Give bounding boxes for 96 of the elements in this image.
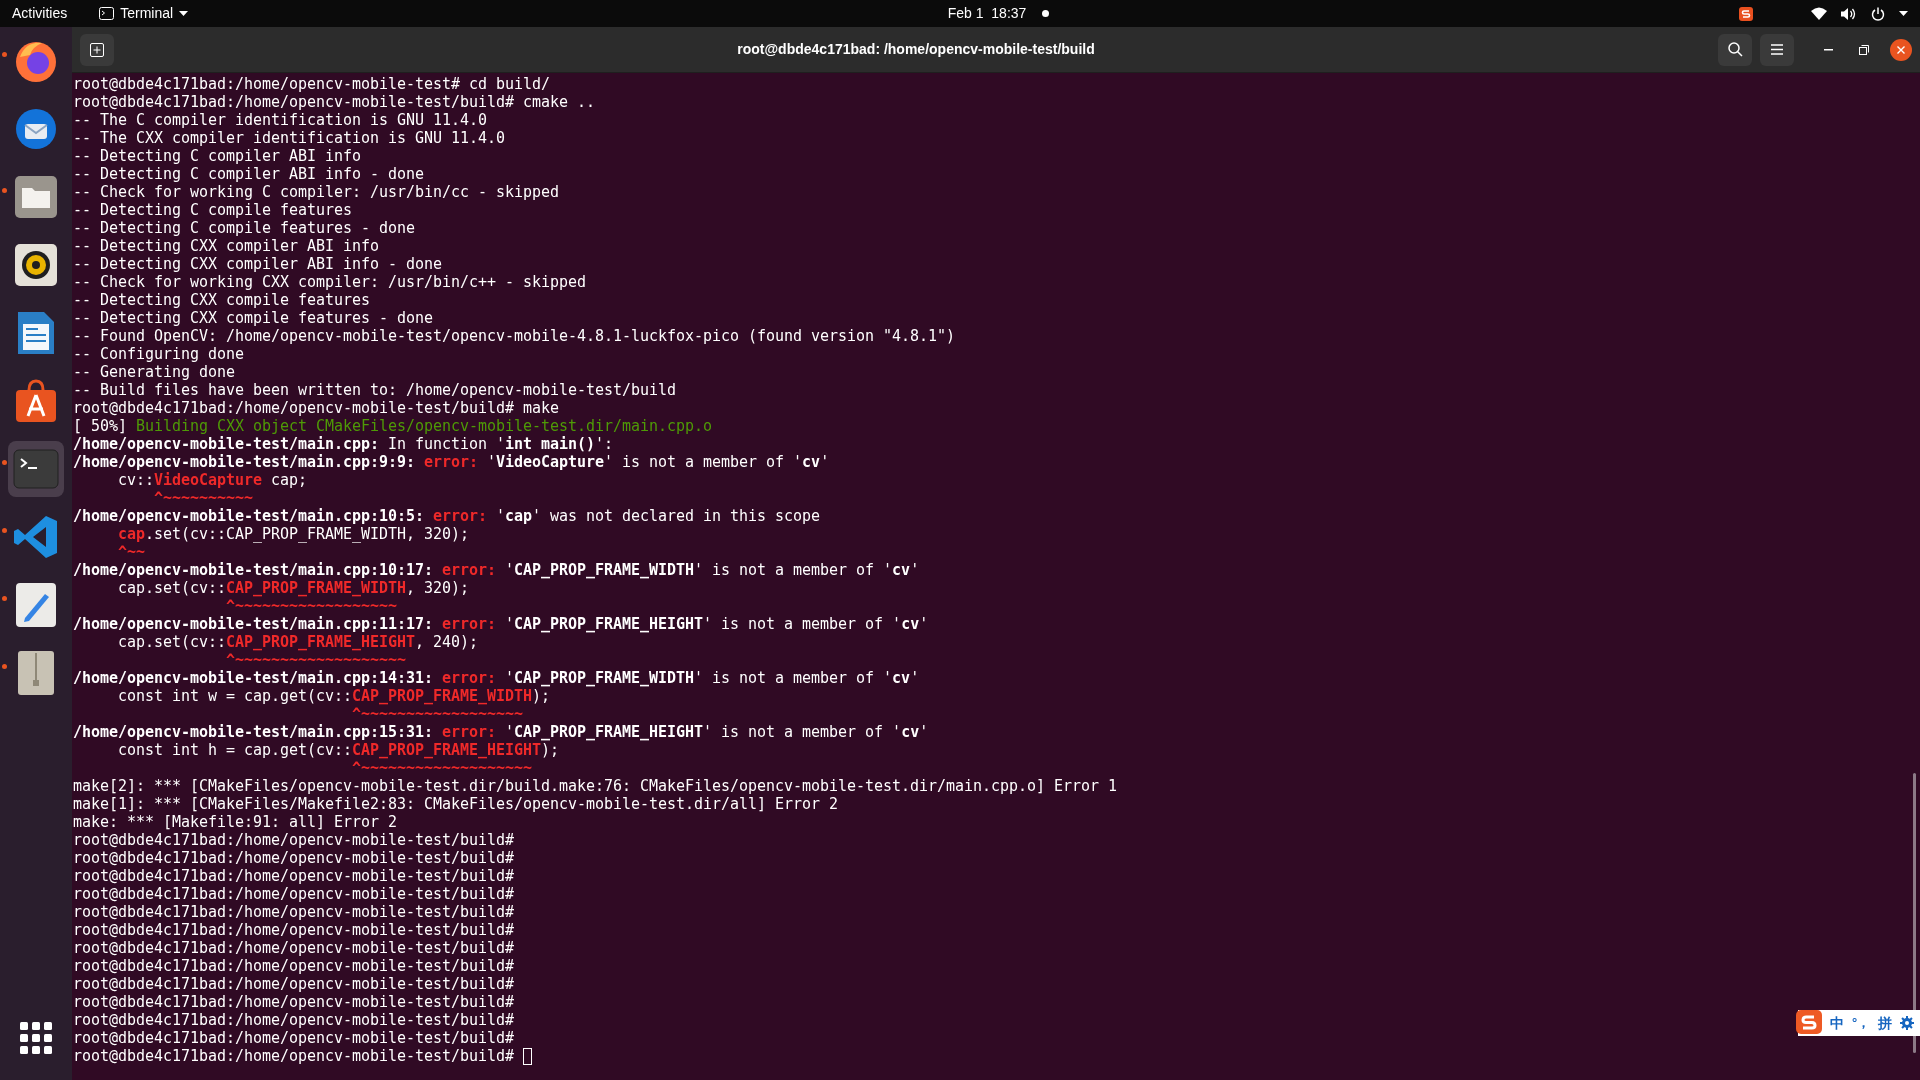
terminal-line: -- Check for working CXX compiler: /usr/bin/c++ - skipped [73, 273, 587, 291]
terminal-line: root@dbde4c171bad:/home/opencv-mobile-test/build# [73, 849, 515, 867]
terminal-line: const int w = cap.get(cv::CAP_PROP_FRAME_WIDTH); [117, 687, 551, 705]
menu-icon [1771, 44, 1783, 55]
terminal-line: root@dbde4c171bad:/home/opencv-mobile-test/build# cmake .. [73, 93, 596, 111]
terminal-line: -- Configuring done [73, 345, 244, 363]
running-indicator [2, 664, 7, 669]
terminal-line: root@dbde4c171bad:/home/opencv-mobile-test/build# [73, 903, 515, 921]
terminal-line: /home/opencv-mobile-test/main.cpp:10:5: error: 'cap' was not declared in this scope [73, 507, 821, 525]
pinyin-mode[interactable]: 拼 [1878, 1012, 1893, 1034]
restore-icon [1859, 44, 1869, 55]
input-method-icon[interactable] [1739, 6, 1753, 21]
terminal-icon [13, 449, 59, 489]
terminal-line: -- The C compiler identification is GNU 11.4.0 [73, 111, 488, 129]
terminal-line: -- Detecting C compile features - done [73, 219, 416, 237]
terminal-line: root@dbde4c171bad:/home/opencv-mobile-test# cd build/ [73, 75, 551, 93]
caret-icon[interactable] [1899, 10, 1908, 17]
terminal-line: ^~~~~~~~~~~~~~~~~~~~ [351, 759, 533, 777]
terminal-line: root@dbde4c171bad:/home/opencv-mobile-test/build# [73, 1047, 516, 1065]
terminal-line: /home/opencv-mobile-test/main.cpp:15:31: error: 'CAP_PROP_FRAME_HEIGHT' is not a member of 'cv' [73, 723, 929, 741]
terminal-line: /home/opencv-mobile-test/main.cpp: In function 'int main()': [73, 435, 614, 453]
speaker-icon [14, 243, 58, 287]
terminal-line: cv::VideoCapture cap; [117, 471, 308, 489]
terminal-line: root@dbde4c171bad:/home/opencv-mobile-test/build# make [73, 399, 560, 417]
folder-icon [13, 174, 59, 220]
terminal-line: root@dbde4c171bad:/home/opencv-mobile-test/build# [73, 1029, 515, 1047]
minimize-icon [1823, 48, 1833, 51]
terminal-icon [99, 7, 115, 20]
terminal-line: /home/opencv-mobile-test/main.cpp:10:17: error: 'CAP_PROP_FRAME_WIDTH' is not a member of 'cv' [73, 561, 920, 579]
terminal-line: -- Detecting CXX compile features - done [73, 309, 434, 327]
document-icon [16, 310, 56, 356]
terminal-line: -- Detecting C compile features [73, 201, 353, 219]
zip-archive-icon [17, 650, 55, 696]
terminal-line: root@dbde4c171bad:/home/opencv-mobile-test/build# [73, 831, 515, 849]
clock[interactable]: Feb 1 18:37 [947, 3, 1027, 24]
terminal-line: -- Generating done [73, 363, 235, 381]
search-icon [1727, 42, 1743, 57]
terminal-line: const int h = cap.get(cv::CAP_PROP_FRAME_HEIGHT); [117, 741, 560, 759]
terminal-line: cap.set(cv::CAP_PROP_FRAME_WIDTH, 320); [117, 525, 470, 543]
terminal-line: root@dbde4c171bad:/home/opencv-mobile-test/build# [73, 885, 515, 903]
close-icon [1897, 45, 1905, 54]
terminal-line: -- Found OpenCV: /home/opencv-mobile-test/opencv-mobile-4.8.1-luckfox-pico (found version "4.8.1") [73, 327, 956, 345]
terminal-line: ^~~~~~~~~~~ [153, 489, 253, 507]
running-indicator [2, 528, 7, 533]
app-menu[interactable]: Terminal [99, 3, 189, 24]
terminal-line: cap.set(cv::CAP_PROP_FRAME_WIDTH, 320); [117, 579, 470, 597]
terminal-line: -- The CXX compiler identification is GNU 11.4.0 [73, 129, 506, 147]
language-mode[interactable]: 中 [1830, 1012, 1844, 1034]
settings-icon[interactable] [1900, 1016, 1915, 1030]
running-indicator [2, 460, 7, 465]
terminal-line: -- Detecting C compiler ABI info - done [73, 165, 425, 183]
scrollbar-thumb[interactable] [1913, 773, 1916, 1053]
terminal-line: root@dbde4c171bad:/home/opencv-mobile-test/build# [73, 993, 515, 1011]
pencil-note-icon [15, 582, 57, 628]
app-grid-icon [20, 1022, 52, 1054]
terminal-line: -- Detecting CXX compile features [73, 291, 371, 309]
terminal-line: cap.set(cv::CAP_PROP_FRAME_HEIGHT, 240); [117, 633, 479, 651]
terminal-line: root@dbde4c171bad:/home/opencv-mobile-test/build# [73, 975, 515, 993]
running-indicator [2, 188, 7, 193]
caret-icon [179, 10, 189, 17]
terminal-line: root@dbde4c171bad:/home/opencv-mobile-test/build# [73, 867, 515, 885]
volume-icon[interactable] [1841, 6, 1857, 21]
activities-button[interactable]: Activities [12, 3, 68, 24]
menu-button[interactable] [1760, 33, 1794, 66]
terminal-line: root@dbde4c171bad:/home/opencv-mobile-test/build# [73, 1011, 515, 1029]
terminal-line: -- Detecting C compiler ABI info [73, 147, 362, 165]
punctuation-mode[interactable]: °， [1852, 1013, 1871, 1033]
terminal-line: -- Detecting CXX compiler ABI info [73, 237, 380, 255]
terminal-line: root@dbde4c171bad:/home/opencv-mobile-test/build# [73, 939, 515, 957]
terminal-line: -- Detecting CXX compiler ABI info - done [73, 255, 443, 273]
terminal-line: make[1]: *** [CMakeFiles/Makefile2:83: CMakeFiles/opencv-mobile-test.dir/all] Error 2 [73, 795, 839, 813]
terminal-line: /home/opencv-mobile-test/main.cpp:9:9: error: 'VideoCapture' is not a member of 'cv' [73, 453, 830, 471]
running-indicator [2, 596, 7, 601]
terminal-line: /home/opencv-mobile-test/main.cpp:14:31: error: 'CAP_PROP_FRAME_WIDTH' is not a member of 'cv' [73, 669, 920, 687]
wifi-icon[interactable] [1811, 7, 1827, 20]
code-editor-icon [13, 514, 59, 560]
search-button[interactable] [1718, 33, 1752, 66]
terminal-line: ^~~ [117, 543, 145, 561]
terminal-line: root@dbde4c171bad:/home/opencv-mobile-test/build# [73, 957, 515, 975]
new-tab-button[interactable] [80, 33, 114, 66]
terminal-line: -- Build files have been written to: /home/opencv-mobile-test/build [73, 381, 677, 399]
terminal-line: ^~~~~~~~~~~~~~~~~~~ [351, 705, 524, 723]
terminal-line: make: *** [Makefile:91: all] Error 2 [73, 813, 398, 831]
terminal-line: [ 50%] Building CXX object CMakeFiles/opencv-mobile-test.dir/main.cpp.o [73, 417, 713, 435]
terminal-line: ^~~~~~~~~~~~~~~~~~~~ [225, 651, 407, 669]
terminal-line: -- Check for working C compiler: /usr/bin/cc - skipped [73, 183, 560, 201]
terminal-line: /home/opencv-mobile-test/main.cpp:11:17: error: 'CAP_PROP_FRAME_HEIGHT' is not a member of 'cv' [73, 615, 929, 633]
terminal-line: make[2]: *** [CMakeFiles/opencv-mobile-test.dir/build.make:76: CMakeFiles/opencv-mobile-test.dir/main.cpp.o] Error 1 [73, 777, 1118, 795]
shopping-bag-icon [13, 378, 59, 424]
terminal-line: ^~~~~~~~~~~~~~~~~~~ [225, 597, 398, 615]
window-title: root@dbde4c171bad: /home/opencv-mobile-test/build [737, 40, 1095, 59]
close-button[interactable] [1890, 38, 1912, 61]
power-icon[interactable] [1871, 6, 1885, 21]
running-indicator [2, 52, 7, 57]
terminal-line: root@dbde4c171bad:/home/opencv-mobile-test/build# [73, 921, 515, 939]
new-tab-icon [90, 42, 104, 57]
